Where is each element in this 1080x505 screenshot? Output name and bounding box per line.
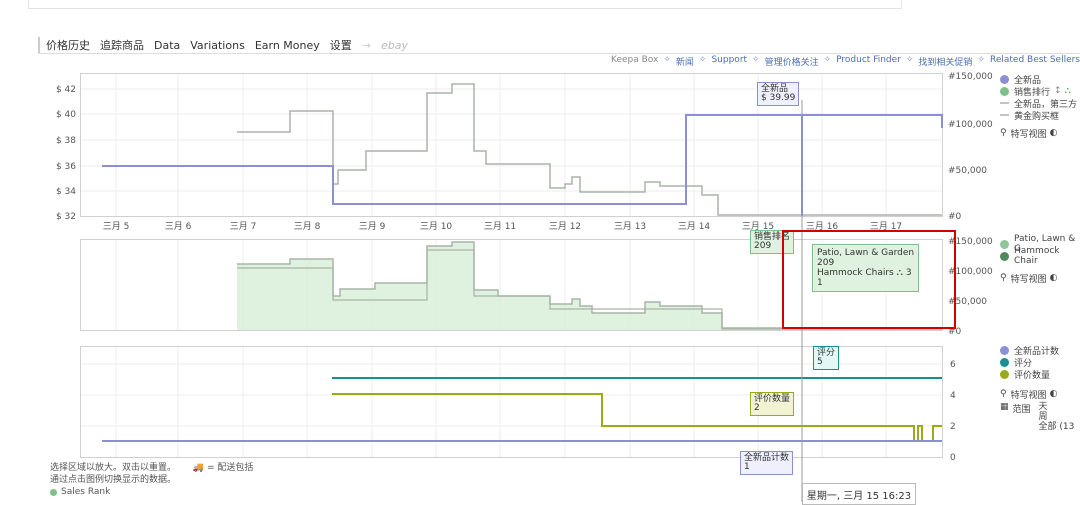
legend-hammock[interactable]: Hammock Chair (1000, 246, 1080, 266)
tooltip-rating-value: 5 (817, 357, 823, 367)
y-label: $ 32 (56, 212, 76, 222)
legend-dot (1000, 86, 1009, 96)
rating-right-label: 4 (950, 391, 956, 401)
closeup-label: 特写视图 (1010, 390, 1047, 401)
y-label: $ 40 (56, 110, 76, 120)
x-label: 三月 5 (103, 221, 130, 232)
x-label: 三月 8 (294, 221, 321, 232)
tooltip-new-price: 全新品 $ 39.99 (757, 82, 800, 106)
legend-buybox[interactable]: 黄金购买框 (1000, 109, 1077, 122)
tooltip-reviews-value: 2 (754, 403, 760, 413)
rating-right-label: 2 (950, 422, 956, 432)
tooltip-new-value: $ 39.99 (761, 93, 796, 103)
search-icon: ⚲ (1000, 389, 1007, 399)
tooltip-count-value: 1 (744, 462, 750, 472)
price-panel-frame (80, 73, 943, 217)
closeup-toggle[interactable]: ⚲ 特写视图 ◐ (1000, 272, 1080, 285)
hierarchy-icon[interactable]: ⛬ (1065, 86, 1071, 96)
legend-dash (1000, 102, 1009, 104)
closeup-label: 特写视图 (1010, 274, 1047, 285)
price-y-labels: $ 42 $ 40 $ 38 $ 36 $ 34 $ 32 (56, 85, 76, 222)
tooltip-count-title: 全新品计数 (744, 453, 790, 463)
range-selector: ▦ 范围 天 周 全部 (13 (1000, 402, 1074, 432)
y-label: $ 38 (56, 136, 76, 146)
review-count-line (332, 393, 942, 442)
range-week[interactable]: 周 (1039, 412, 1075, 422)
toggle-icon[interactable]: ◐ (1050, 389, 1058, 399)
price-right-label: #150,000 (948, 72, 993, 82)
legend-dash (1000, 114, 1009, 116)
legend-third-party[interactable]: 全新品，第三方 (1000, 97, 1077, 110)
rank-legend: Patio, Lawn & G Hammock Chair ⚲ 特写视图 ◐ (1000, 234, 1080, 285)
rating-legend: 全新品计数 评分 评价数量 ⚲ 特写视图 ◐ ▦ 范围 天 周 全部 (13 (1000, 344, 1074, 432)
closeup-label: 特写视图 (1010, 129, 1047, 140)
legend-dot (1000, 357, 1009, 367)
y-label: $ 36 (56, 162, 76, 172)
legend-label: Hammock Chair (1014, 246, 1060, 266)
price-right-label: #0 (948, 212, 962, 222)
price-right-label: #50,000 (948, 166, 987, 176)
closeup-toggle[interactable]: ⚲ 特写视图 ◐ (1000, 388, 1074, 401)
x-label: 三月 14 (678, 221, 711, 232)
y-label: $ 42 (56, 85, 76, 95)
calendar-icon: ▦ (1000, 402, 1009, 412)
price-horizontal-gridlines (81, 88, 942, 192)
rating-right-label: 0 (950, 453, 956, 463)
legend-label: 黄金购买框 (1014, 111, 1060, 122)
search-icon: ⚲ (1000, 128, 1007, 138)
tooltip-rating: 评分 5 (813, 346, 840, 370)
chart-instructions: 选择区域以放大。双击以重置。 🚚 = 配送包括 通过点击图例切换显示的数据。 S… (50, 462, 253, 498)
range-label: 范围 (1012, 405, 1031, 415)
legend-dot (1000, 251, 1009, 261)
toggle-icon[interactable]: ◐ (1050, 273, 1058, 283)
range-day[interactable]: 天 (1039, 402, 1075, 412)
sales-rank-label: Sales Rank (61, 487, 111, 497)
toggle-icon[interactable]: ◐ (1050, 128, 1058, 138)
instructions-toggle: 通过点击图例切换显示的数据。 (50, 475, 177, 485)
legend-new-count[interactable]: 全新品计数 (1000, 344, 1074, 357)
legend-rating[interactable]: 评分 (1000, 356, 1074, 369)
x-label: 三月 11 (484, 221, 516, 232)
price-legend: 全新品 销售排行 ↕ ⛬ 全新品，第三方 黄金购买框 ⚲ 特写视图 ◐ (1000, 73, 1077, 140)
tooltip-rank-value: 209 (754, 241, 772, 251)
highlight-box (782, 230, 956, 329)
legend-new[interactable]: 全新品 (1000, 73, 1077, 86)
legend-reviews[interactable]: 评价数量 (1000, 368, 1074, 381)
truck-icon: 🚚 (192, 463, 205, 473)
sort-icon[interactable]: ↕ (1054, 86, 1062, 96)
tooltip-review-count: 评价数量 2 (750, 392, 795, 416)
x-label: 三月 12 (549, 221, 581, 232)
closeup-toggle[interactable]: ⚲ 特写视图 ◐ (1000, 127, 1077, 140)
legend-dot (1000, 345, 1009, 355)
legend-sales-rank[interactable]: 销售排行 ↕ ⛬ (1000, 85, 1077, 98)
instructions-zoom: 选择区域以放大。双击以重置。 (50, 463, 177, 473)
x-label: 三月 6 (165, 221, 192, 232)
range-all[interactable]: 全部 (13 (1039, 422, 1075, 432)
rating-right-label: 6 (950, 360, 956, 370)
price-rank-line (237, 83, 942, 216)
x-label: 三月 9 (359, 221, 386, 232)
price-right-label: #100,000 (948, 120, 993, 130)
legend-label: 评价数量 (1014, 370, 1051, 381)
legend-dot (1000, 369, 1009, 379)
shipping-note: = 配送包括 (206, 463, 254, 473)
x-label: 三月 7 (230, 221, 257, 232)
sales-rank-dot (50, 488, 57, 496)
legend-dot (1000, 74, 1009, 84)
legend-dot (1000, 239, 1009, 249)
x-label: 三月 13 (614, 221, 646, 232)
y-label: $ 34 (56, 187, 76, 197)
search-icon: ⚲ (1000, 273, 1007, 283)
tooltip-new-count: 全新品计数 1 (740, 451, 794, 475)
x-label: 三月 10 (420, 221, 453, 232)
